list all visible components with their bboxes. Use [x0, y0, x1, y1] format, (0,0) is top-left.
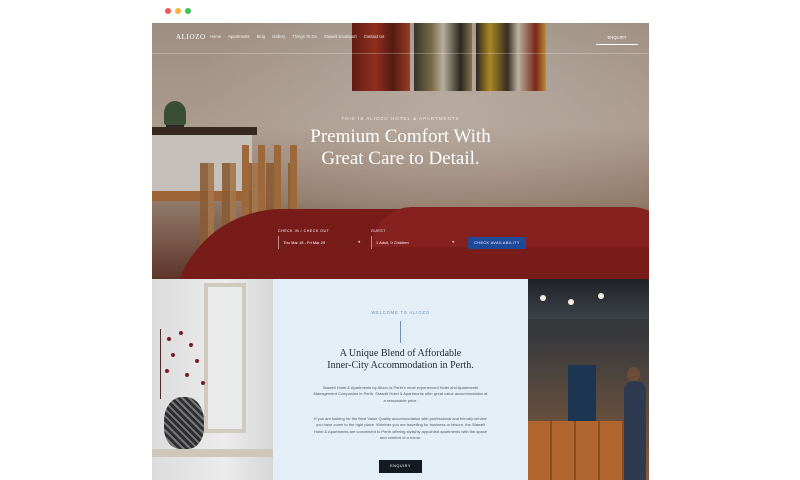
- hero-title: Premium Comfort With Great Care to Detai…: [152, 126, 649, 170]
- reception-counter-image: [528, 421, 628, 480]
- intro-title: A Unique Blend of Affordable Inner-City …: [273, 348, 528, 372]
- nav-item-blog[interactable]: Blog: [257, 34, 265, 39]
- intro-divider: [400, 321, 401, 343]
- intro-title-line: Inner-City Accommodation in Perth.: [327, 360, 474, 371]
- guests-dropdown-icon: ▼: [451, 240, 455, 244]
- intro-eyebrow: WELCOME TO ALIOZO: [371, 310, 430, 315]
- vase-image: [164, 397, 204, 449]
- ceiling-image: [528, 279, 649, 319]
- website-preview: ALIOZO Home Apartments Blog Gallery Thin…: [152, 23, 649, 480]
- guests-label: GUEST: [371, 229, 386, 233]
- hero-title-line: Premium Comfort With: [310, 126, 491, 147]
- hero-eyebrow: THIS IS ALIOZO HOTEL & APARTMENTS: [341, 116, 460, 121]
- enquiry-button[interactable]: ENQUIRY: [596, 32, 638, 45]
- ceiling-light-icon: [568, 299, 574, 305]
- branch-decor-image: [160, 329, 207, 399]
- intro-paragraph: Stawell Hotel & Apartments by Aliozo is …: [313, 385, 488, 403]
- minimize-dot-icon[interactable]: [175, 8, 181, 14]
- dates-label: CHECK IN / CHECK OUT: [278, 229, 330, 233]
- hero-section: ALIOZO Home Apartments Blog Gallery Thin…: [152, 23, 649, 279]
- top-navigation: ALIOZO Home Apartments Blog Gallery Thin…: [152, 23, 649, 54]
- nav-item-contact-us[interactable]: Contact Us: [364, 34, 385, 39]
- intro-section: WELCOME TO ALIOZO A Unique Blend of Affo…: [152, 279, 649, 480]
- interior-vase-image: [152, 279, 273, 480]
- ceiling-light-icon: [540, 295, 546, 301]
- doorway-image: [568, 365, 596, 421]
- check-availability-button[interactable]: CHECK AVAILABILITY: [468, 237, 526, 249]
- site-logo[interactable]: ALIOZO: [176, 33, 206, 41]
- intro-enquiry-button[interactable]: ENQUIRY: [379, 460, 422, 473]
- nav-item-stawell-southport[interactable]: Stawell Southport: [324, 34, 357, 39]
- person-image: [624, 381, 646, 480]
- dates-dropdown-icon: ▼: [357, 240, 361, 244]
- maximize-dot-icon[interactable]: [185, 8, 191, 14]
- intro-paragraph: If you are looking for the Best Value Qu…: [314, 416, 487, 441]
- nav-item-gallery[interactable]: Gallery: [272, 34, 285, 39]
- nav-item-things-to-do[interactable]: Things To Do: [292, 34, 317, 39]
- reception-desk-image: [528, 279, 649, 480]
- guests-field[interactable]: 1 Adult, 0 Children ▼: [371, 236, 459, 249]
- nav-menu: Home Apartments Blog Gallery Things To D…: [210, 34, 384, 39]
- window-controls: [165, 8, 191, 14]
- console-table-image: [152, 449, 273, 457]
- person-head-image: [627, 367, 640, 382]
- nav-item-apartments[interactable]: Apartments: [228, 34, 249, 39]
- nav-item-home[interactable]: Home: [210, 34, 221, 39]
- mirror-image: [204, 283, 246, 433]
- guests-value: 1 Adult, 0 Children: [376, 240, 409, 245]
- dates-value: Thu Mar 18 - Fri Mar 29: [283, 240, 326, 245]
- intro-title-line: A Unique Blend of Affordable: [339, 348, 462, 359]
- ceiling-light-icon: [598, 293, 604, 299]
- dates-field[interactable]: Thu Mar 18 - Fri Mar 29 ▼: [278, 236, 365, 249]
- close-dot-icon[interactable]: [165, 8, 171, 14]
- hero-title-line: Great Care to Detail.: [321, 148, 480, 169]
- intro-panel: WELCOME TO ALIOZO A Unique Blend of Affo…: [273, 279, 528, 480]
